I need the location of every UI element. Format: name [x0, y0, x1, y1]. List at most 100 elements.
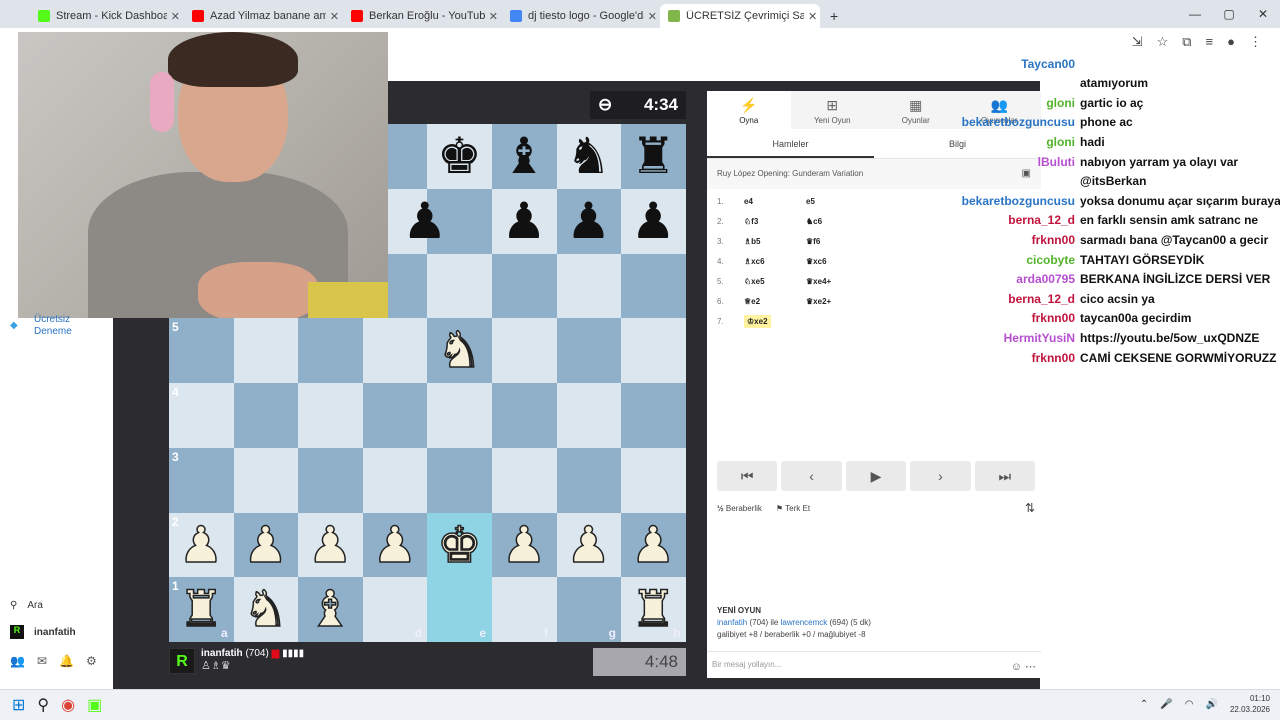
white-pawn[interactable]: ♟: [557, 513, 621, 577]
white-knight[interactable]: ♞: [427, 318, 491, 382]
new-tab-button[interactable]: +: [822, 4, 842, 28]
board-square[interactable]: [233, 447, 299, 513]
tab-chess[interactable]: ÜCRETSİZ Çevrimiçi Satranç Oy ✕: [660, 4, 820, 28]
chat-input[interactable]: Bir mesaj yollayın... ☺ ⋯: [707, 651, 1041, 678]
black-knight[interactable]: ♞: [557, 124, 621, 188]
draw-button[interactable]: ½ Beraberlik: [717, 504, 762, 513]
player-name[interactable]: inanfatih: [201, 648, 243, 659]
chat-username[interactable]: bekaretbozguncusu: [960, 115, 1075, 129]
chrome-icon[interactable]: ◉: [61, 695, 75, 715]
friends-icon[interactable]: 👥: [10, 654, 25, 668]
board-square[interactable]: [621, 253, 686, 319]
last-move-button[interactable]: ⏭: [974, 461, 1036, 491]
close-icon[interactable]: ✕: [808, 10, 817, 23]
close-icon[interactable]: ✕: [489, 10, 498, 23]
board-square[interactable]: [298, 383, 363, 448]
black-pawn[interactable]: ♟: [621, 189, 685, 253]
tab-google[interactable]: dj tiesto logo - Google'da Ara ✕: [502, 4, 657, 28]
tab-youtube-2[interactable]: Berkan Eroğlu - YouTube ✕: [343, 4, 498, 28]
black-move[interactable]: ♛xe4+: [806, 277, 866, 286]
windows-start-icon[interactable]: ⊞: [12, 695, 25, 715]
next-move-button[interactable]: ›: [910, 461, 971, 491]
white-bishop[interactable]: ♝: [298, 577, 362, 641]
bell-icon[interactable]: 🔔: [59, 654, 74, 668]
board-square[interactable]: [233, 318, 299, 383]
close-window-button[interactable]: ✕: [1246, 0, 1280, 28]
board-square[interactable]: [556, 253, 622, 319]
board-square[interactable]: [621, 447, 686, 513]
board-square[interactable]: [427, 447, 492, 513]
black-move[interactable]: e5: [806, 197, 866, 206]
prev-move-button[interactable]: ‹: [781, 461, 842, 491]
board-square[interactable]: [556, 318, 622, 383]
black-pawn[interactable]: ♟: [557, 189, 621, 253]
board-square[interactable]: [492, 253, 557, 319]
chat-username[interactable]: frknn00: [960, 311, 1075, 325]
white-pawn[interactable]: ♟: [492, 513, 556, 577]
black-move[interactable]: ♛f6: [806, 237, 866, 246]
black-move[interactable]: ♛xc6: [806, 257, 866, 266]
wifi-icon[interactable]: ◠: [1185, 699, 1194, 710]
white-move[interactable]: ♘xe5: [744, 277, 806, 286]
chevron-up-icon[interactable]: ⌃: [1140, 699, 1148, 710]
tab-new-game[interactable]: ⊞ Yeni Oyun: [791, 91, 875, 129]
white-move[interactable]: e4: [744, 197, 806, 206]
board-square[interactable]: [427, 383, 492, 448]
chat-username[interactable]: bekaretbozguncusu: [960, 194, 1075, 208]
chat-username[interactable]: cicobyte: [960, 253, 1075, 267]
maximize-button[interactable]: ▢: [1212, 0, 1246, 28]
player-avatar[interactable]: R: [169, 648, 195, 674]
board-square[interactable]: [556, 383, 622, 448]
white-pawn[interactable]: ♟: [298, 513, 362, 577]
chat-username[interactable]: frknn00: [960, 351, 1075, 365]
white-move[interactable]: ♔xe2: [744, 314, 806, 328]
black-king[interactable]: ♚: [427, 124, 491, 188]
resign-button[interactable]: ⚑ Terk Et: [776, 504, 810, 513]
tab-youtube-1[interactable]: Azad Yilmaz banane amk - You ✕: [184, 4, 339, 28]
close-icon[interactable]: ✕: [330, 10, 339, 23]
tab-play[interactable]: ⚡ Oyna: [707, 91, 791, 129]
system-clock[interactable]: 01:10 22.03.2026: [1230, 693, 1270, 715]
black-bishop[interactable]: ♝: [492, 124, 556, 188]
tab-games[interactable]: ▦ Oyunlar: [874, 91, 958, 129]
black-move[interactable]: ♞c6: [806, 217, 866, 226]
close-icon[interactable]: ✕: [648, 10, 657, 23]
white-king[interactable]: ♚: [427, 513, 491, 577]
board-square[interactable]: [492, 383, 557, 448]
white-move[interactable]: ♗b5: [744, 237, 806, 246]
play-button[interactable]: ▶: [845, 461, 907, 491]
white-pawn[interactable]: ♟: [621, 513, 685, 577]
kick-app-icon[interactable]: ▣: [87, 695, 102, 715]
board-square[interactable]: [298, 318, 363, 383]
board-square[interactable]: [492, 447, 557, 513]
chat-username[interactable]: Taycan00: [960, 57, 1075, 71]
sidebar-search[interactable]: ⚲ Ara: [10, 600, 43, 611]
opponent-link[interactable]: lawrencemck: [781, 618, 828, 627]
chat-username[interactable]: berna_12_d: [960, 213, 1075, 227]
black-pawn[interactable]: ♟: [492, 189, 556, 253]
sidebar-user[interactable]: Rinanfatih: [10, 625, 76, 639]
chat-username[interactable]: HermitYusiN: [960, 331, 1075, 345]
free-trial-link[interactable]: ◆ Ücretsiz Deneme: [10, 314, 110, 338]
white-move[interactable]: ♘f3: [744, 217, 806, 226]
board-square[interactable]: [621, 318, 686, 383]
flip-board-icon[interactable]: ⇅: [1025, 501, 1035, 515]
black-move[interactable]: ♛xe2+: [806, 297, 866, 306]
chat-username[interactable]: frknn00: [960, 233, 1075, 247]
board-square[interactable]: [362, 318, 428, 383]
white-move[interactable]: ♕e2: [744, 297, 806, 306]
white-move[interactable]: ♗xc6: [744, 257, 806, 266]
board-square[interactable]: [298, 447, 363, 513]
minimize-button[interactable]: —: [1178, 0, 1212, 28]
mic-icon[interactable]: 🎤: [1160, 699, 1172, 710]
board-square[interactable]: [556, 447, 622, 513]
board-square[interactable]: [621, 383, 686, 448]
emoji-icon[interactable]: ☺ ⋯: [1011, 660, 1036, 673]
board-square[interactable]: [233, 383, 299, 448]
user-link[interactable]: inanfatih: [717, 618, 747, 627]
board-square[interactable]: [492, 318, 557, 383]
gear-icon[interactable]: ⚙: [86, 654, 97, 668]
close-icon[interactable]: ✕: [171, 10, 180, 23]
chat-username[interactable]: lBuluti: [960, 155, 1075, 169]
tab-kick-dashboard[interactable]: Stream - Kick Dashboard ✕: [30, 4, 180, 28]
